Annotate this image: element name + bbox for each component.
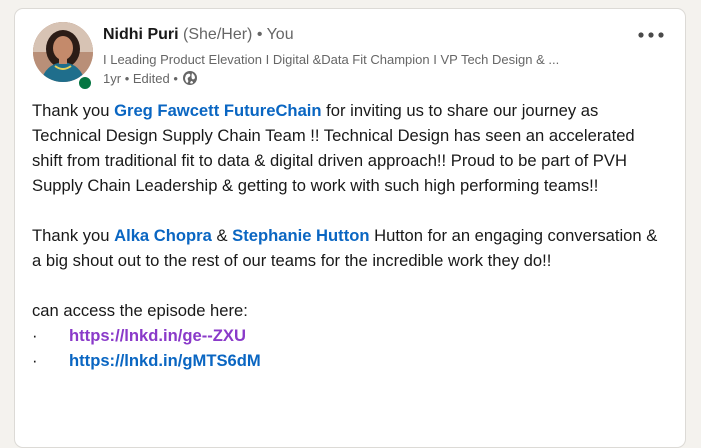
paragraph-text: Thank you: [32, 101, 115, 120]
globe-icon: [182, 70, 198, 86]
bullet: ·: [32, 326, 38, 345]
bullet: ·: [32, 351, 38, 370]
list-item: · https://lnkd.in/ge--ZXU: [32, 323, 668, 348]
mention-stephanie-hutton[interactable]: Stephanie Hutton: [232, 226, 369, 245]
post-paragraph-2: Thank you Alka Chopra & Stephanie Hutton…: [32, 223, 668, 273]
mention-alka-chopra[interactable]: Alka Chopra: [114, 226, 212, 245]
edited-label: • Edited •: [124, 70, 178, 86]
post-card: Nidhi Puri (She/Her) • You I Leading Pro…: [14, 8, 686, 448]
post-body: Thank you Greg Fawcett FutureChain for i…: [32, 98, 668, 373]
post-meta: 1yr • Edited •: [103, 70, 198, 86]
online-status-dot: [77, 75, 93, 91]
paragraph-text: Thank you: [32, 226, 115, 245]
more-options-button[interactable]: [635, 19, 667, 51]
episode-link-1[interactable]: https://lnkd.in/ge--ZXU: [69, 323, 246, 348]
author-headline: I Leading Product Elevation I Digital &D…: [103, 52, 560, 67]
ellipsis-icon: [638, 32, 664, 38]
post-time: 1yr: [103, 70, 122, 86]
avatar-photo: [33, 22, 93, 82]
connection-degree: • You: [256, 26, 294, 43]
author-avatar[interactable]: [33, 22, 93, 91]
author-line: Nidhi Puri (She/Her) • You: [103, 26, 294, 44]
list-item: · https://lnkd.in/gMTS6dM: [32, 348, 668, 373]
avatar: [33, 22, 93, 82]
author-name[interactable]: Nidhi Puri: [103, 26, 179, 43]
paragraph-text: &: [211, 226, 233, 245]
episode-link-2[interactable]: https://lnkd.in/gMTS6dM: [69, 348, 261, 373]
post-paragraph-3: can access the episode here:: [32, 301, 248, 320]
post-paragraph-1: Thank you Greg Fawcett FutureChain for i…: [32, 98, 668, 198]
author-pronouns: (She/Her): [183, 26, 253, 43]
mention-greg-fawcett[interactable]: Greg Fawcett FutureChain: [114, 101, 321, 120]
